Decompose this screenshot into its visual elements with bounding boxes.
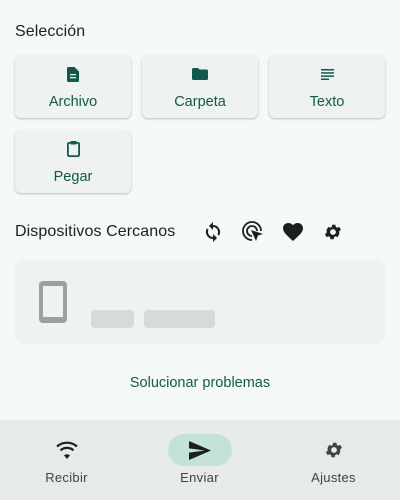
carpeta-button[interactable]: Carpeta — [142, 55, 258, 118]
wifi-icon — [35, 434, 99, 466]
archivo-button[interactable]: Archivo — [15, 55, 131, 118]
nav-recibir-label: Recibir — [45, 470, 88, 485]
nearby-devices-title: Dispositivos Cercanos — [15, 223, 176, 240]
phone-icon — [39, 281, 67, 328]
nearby-devices-header: Dispositivos Cercanos — [15, 220, 385, 244]
archivo-label: Archivo — [48, 94, 98, 110]
nav-enviar[interactable]: Enviar — [133, 420, 266, 500]
heart-icon[interactable] — [281, 220, 305, 244]
skeleton-name — [144, 310, 215, 328]
text-icon — [319, 66, 335, 82]
refresh-icon[interactable] — [201, 220, 225, 244]
pegar-button[interactable]: Pegar — [15, 130, 131, 193]
gear-icon[interactable] — [321, 220, 345, 244]
nav-ajustes[interactable]: Ajustes — [267, 420, 400, 500]
pegar-label: Pegar — [53, 169, 93, 185]
folder-icon — [192, 66, 208, 82]
bottom-navigation: Recibir Enviar Ajustes — [0, 420, 400, 500]
texto-button[interactable]: Texto — [269, 55, 385, 118]
nav-ajustes-label: Ajustes — [311, 470, 356, 485]
troubleshoot-link[interactable]: Solucionar problemas — [0, 375, 400, 391]
clipboard-icon — [65, 141, 81, 157]
nav-recibir[interactable]: Recibir — [0, 420, 133, 500]
device-placeholder-card — [15, 260, 385, 344]
nav-enviar-label: Enviar — [180, 470, 219, 485]
texto-label: Texto — [309, 94, 345, 110]
gear-icon — [302, 434, 366, 466]
file-icon — [65, 66, 81, 82]
carpeta-label: Carpeta — [174, 94, 226, 110]
skeleton-tag — [91, 310, 134, 328]
selection-title: Selección — [15, 23, 86, 40]
target-cursor-icon[interactable] — [241, 220, 265, 244]
nearby-toolbar — [201, 220, 345, 244]
send-icon — [167, 434, 232, 466]
